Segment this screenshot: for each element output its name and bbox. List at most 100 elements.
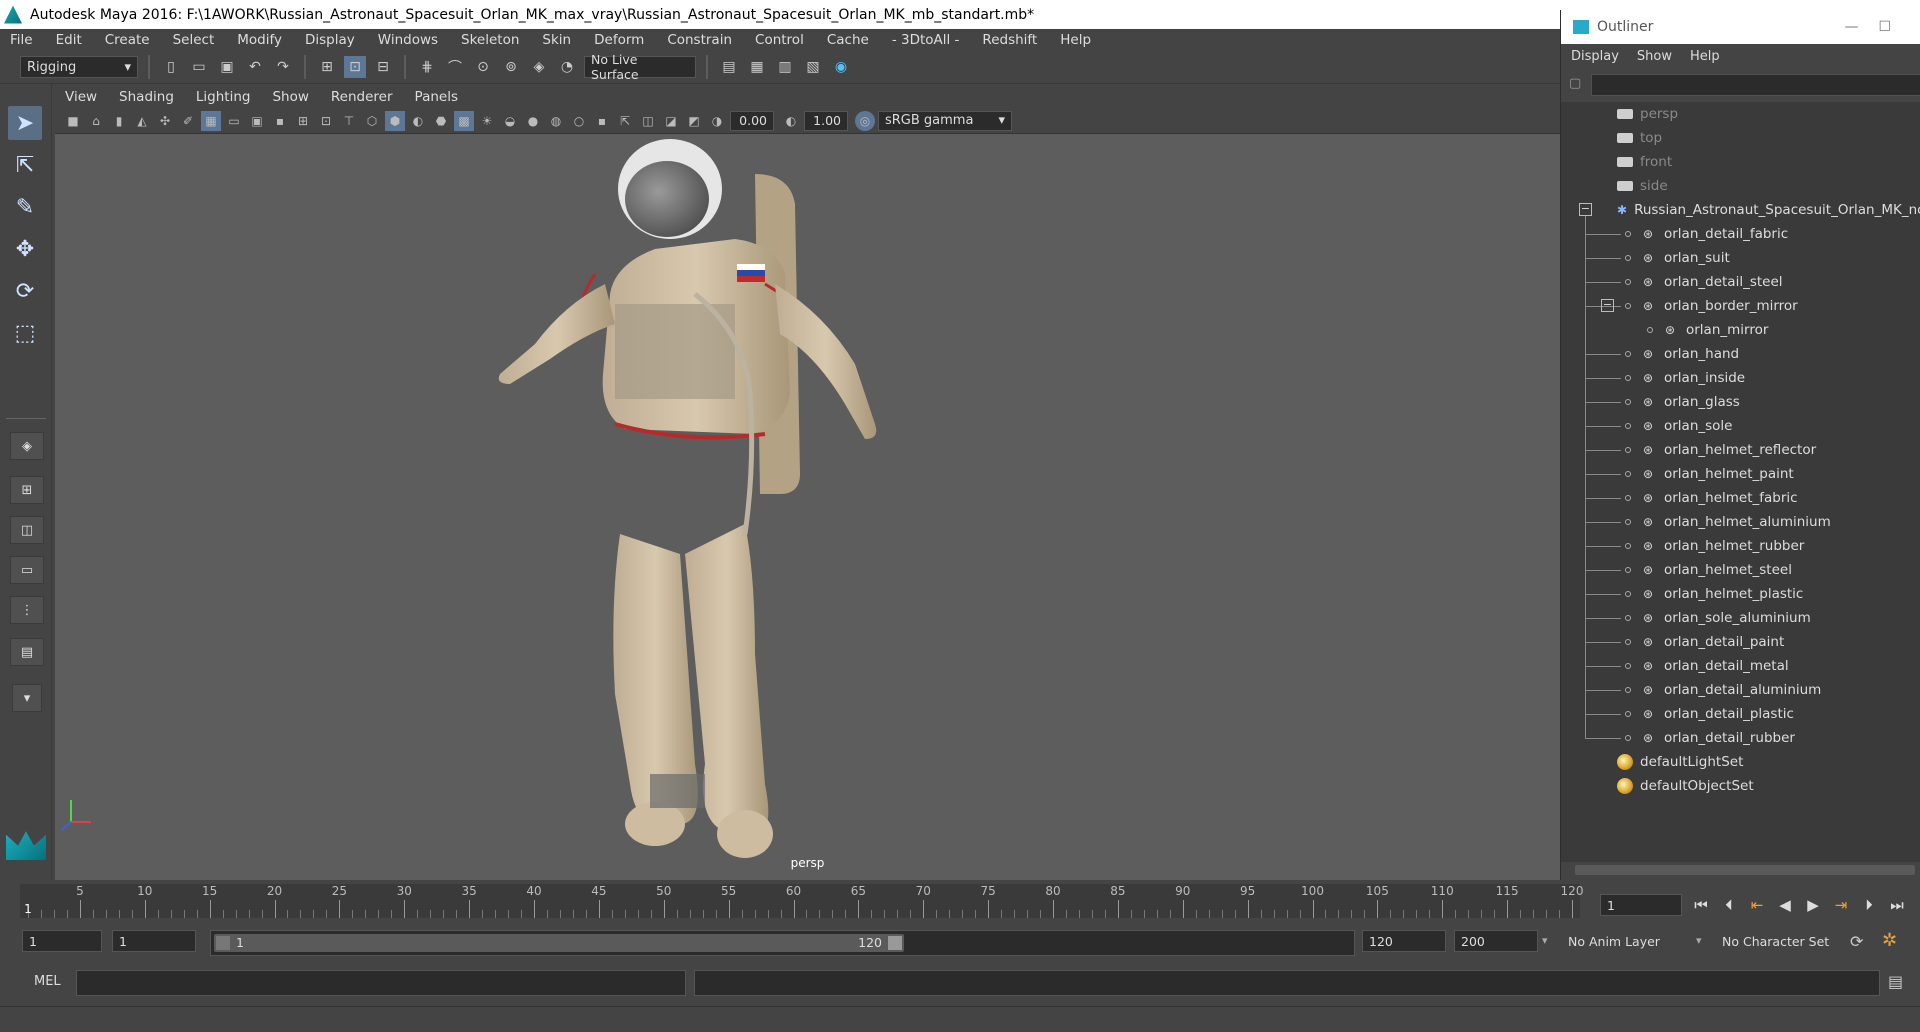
- outliner-item[interactable]: side: [1561, 174, 1920, 198]
- lasso-tool-icon[interactable]: ⇱: [8, 148, 42, 182]
- screen-space-ao-icon[interactable]: ●: [523, 111, 543, 131]
- render-view-icon[interactable]: ▧: [802, 56, 824, 78]
- use-default-material-icon[interactable]: ◐: [408, 111, 428, 131]
- hypershade-layout-icon[interactable]: ▤: [10, 638, 44, 666]
- open-scene-icon[interactable]: ▭: [188, 56, 210, 78]
- outliner-persp-layout-icon[interactable]: ⋮: [10, 596, 44, 624]
- bookmark-icon[interactable]: ▮: [109, 111, 129, 131]
- character-set-dropdown[interactable]: No Character Set: [1716, 930, 1840, 952]
- render-settings-icon[interactable]: ▤: [718, 56, 740, 78]
- gamma-field[interactable]: 1.00: [804, 110, 848, 131]
- animation-end-field[interactable]: 200: [1454, 930, 1538, 952]
- outliner-item[interactable]: top: [1561, 126, 1920, 150]
- ipr-render-icon[interactable]: ▥: [774, 56, 796, 78]
- go-to-start-icon[interactable]: ⏮: [1690, 896, 1712, 914]
- menu-cache[interactable]: Cache: [827, 32, 869, 48]
- snap-point-icon[interactable]: ⊙: [472, 56, 494, 78]
- select-tool-icon[interactable]: ➤: [8, 106, 42, 140]
- snap-view-icon[interactable]: ⊚: [500, 56, 522, 78]
- current-time-marker[interactable]: 1: [24, 902, 32, 916]
- grid-icon[interactable]: ▦: [201, 110, 221, 131]
- panel-menu-show[interactable]: Show: [272, 89, 308, 105]
- range-start-handle[interactable]: [216, 936, 230, 950]
- isolate-select-icon[interactable]: ⇱: [615, 111, 635, 131]
- color-management-icon[interactable]: ◎: [855, 110, 875, 131]
- menu-skeleton[interactable]: Skeleton: [461, 32, 519, 48]
- undo-icon[interactable]: ↶: [244, 56, 266, 78]
- snap-surface-icon[interactable]: ◈: [528, 56, 550, 78]
- outliner-tree[interactable]: persp top front side ✱ Russian_Astronaut_Spac…: [1561, 102, 1920, 862]
- menuset-dropdown[interactable]: Rigging ▾: [20, 56, 138, 78]
- outliner-item[interactable]: front: [1561, 150, 1920, 174]
- step-back-frame-icon[interactable]: ⏴: [1718, 896, 1740, 914]
- menu-select[interactable]: Select: [173, 32, 215, 48]
- collapse-group-icon[interactable]: −: [1579, 203, 1592, 216]
- image-plane-icon[interactable]: ◭: [132, 111, 152, 131]
- redo-icon[interactable]: ↷: [272, 56, 294, 78]
- scale-tool-icon[interactable]: ⬚: [8, 316, 42, 350]
- live-surface-field[interactable]: No Live Surface: [584, 52, 696, 82]
- go-to-end-icon[interactable]: ⏭: [1886, 896, 1908, 914]
- menu-modify[interactable]: Modify: [237, 32, 282, 48]
- menu-windows[interactable]: Windows: [378, 32, 438, 48]
- menu-control[interactable]: Control: [755, 32, 804, 48]
- play-forwards-icon[interactable]: ▶: [1802, 896, 1824, 914]
- outliner-item[interactable]: ⊛ orlan_mirror: [1561, 318, 1920, 342]
- anti-aliasing-icon[interactable]: ○: [569, 111, 589, 131]
- chevron-down-icon[interactable]: ▾: [1696, 934, 1702, 947]
- snap-curve-icon[interactable]: ⌒: [444, 56, 466, 78]
- exposure-icon[interactable]: ◑: [707, 111, 727, 131]
- depth-of-field-icon[interactable]: ▪: [592, 111, 612, 131]
- range-end-handle[interactable]: [888, 936, 902, 950]
- render-frame-icon[interactable]: ▦: [746, 56, 768, 78]
- script-editor-icon[interactable]: ▤: [1888, 972, 1903, 991]
- layout-menu-icon[interactable]: ▾: [12, 684, 42, 712]
- four-pane-layout-icon[interactable]: ⊞: [10, 476, 44, 504]
- outliner-menu-show[interactable]: Show: [1637, 49, 1672, 64]
- time-ruler[interactable]: 5 10 15 20 25 30 35 40 45 50 55 60 65 70 75 80 85 90 95 100…: [20, 884, 1583, 918]
- outliner-search-input[interactable]: [1591, 74, 1920, 96]
- menu-create[interactable]: Create: [105, 32, 150, 48]
- persp-graph-layout-icon[interactable]: ▭: [10, 556, 44, 584]
- gamma-icon[interactable]: ◐: [781, 111, 801, 131]
- animation-start-field[interactable]: 1: [22, 930, 102, 952]
- menu-help[interactable]: Help: [1060, 32, 1091, 48]
- filter-icon[interactable]: ▢: [1569, 76, 1581, 91]
- viewport-persp[interactable]: persp: [55, 134, 1560, 880]
- outliner-item[interactable]: defaultObjectSet: [1561, 774, 1920, 798]
- menu-display[interactable]: Display: [305, 32, 355, 48]
- outliner-horizontal-scrollbar[interactable]: [1561, 862, 1920, 878]
- collapse-subgroup-icon[interactable]: −: [1601, 299, 1614, 312]
- step-back-key-icon[interactable]: ⇤: [1746, 896, 1768, 914]
- panel-menu-view[interactable]: View: [65, 89, 97, 105]
- snap-live-icon[interactable]: ◔: [556, 56, 578, 78]
- field-chart-icon[interactable]: ⊞: [293, 111, 313, 131]
- smooth-shade-icon[interactable]: ⬢: [385, 110, 405, 131]
- menu-3dtoall[interactable]: - 3DtoAll -: [892, 32, 960, 48]
- use-all-lights-icon[interactable]: ☀: [477, 111, 497, 131]
- paint-select-tool-icon[interactable]: ✎: [8, 190, 42, 224]
- step-forward-frame-icon[interactable]: ⏵: [1858, 896, 1880, 914]
- backface-culling-icon[interactable]: ◩: [684, 111, 704, 131]
- minimize-icon[interactable]: —: [1844, 19, 1858, 35]
- select-component-icon[interactable]: ⊟: [372, 56, 394, 78]
- menu-file[interactable]: File: [10, 32, 33, 48]
- playback-start-field[interactable]: 1: [112, 930, 196, 952]
- motion-blur-icon[interactable]: ◍: [546, 111, 566, 131]
- wireframe-icon[interactable]: ⬡: [362, 111, 382, 131]
- scrollbar-thumb[interactable]: [1575, 865, 1915, 875]
- menu-redshift[interactable]: Redshift: [982, 32, 1037, 48]
- outliner-item[interactable]: persp: [1561, 102, 1920, 126]
- select-hierarchy-icon[interactable]: ⊞: [316, 56, 338, 78]
- camera-lock-icon[interactable]: ⌂: [86, 111, 106, 131]
- single-pane-layout-icon[interactable]: ◈: [10, 432, 44, 460]
- save-scene-icon[interactable]: ▣: [216, 56, 238, 78]
- panel-menu-renderer[interactable]: Renderer: [331, 89, 393, 105]
- safe-title-icon[interactable]: ⊤: [339, 111, 359, 131]
- outliner-menu-display[interactable]: Display: [1571, 49, 1619, 64]
- safe-action-icon[interactable]: ⊡: [316, 111, 336, 131]
- side-by-side-layout-icon[interactable]: ◫: [10, 516, 44, 544]
- playback-end-field[interactable]: 120: [1362, 930, 1446, 952]
- rotate-tool-icon[interactable]: ⟳: [8, 274, 42, 308]
- menu-skin[interactable]: Skin: [542, 32, 571, 48]
